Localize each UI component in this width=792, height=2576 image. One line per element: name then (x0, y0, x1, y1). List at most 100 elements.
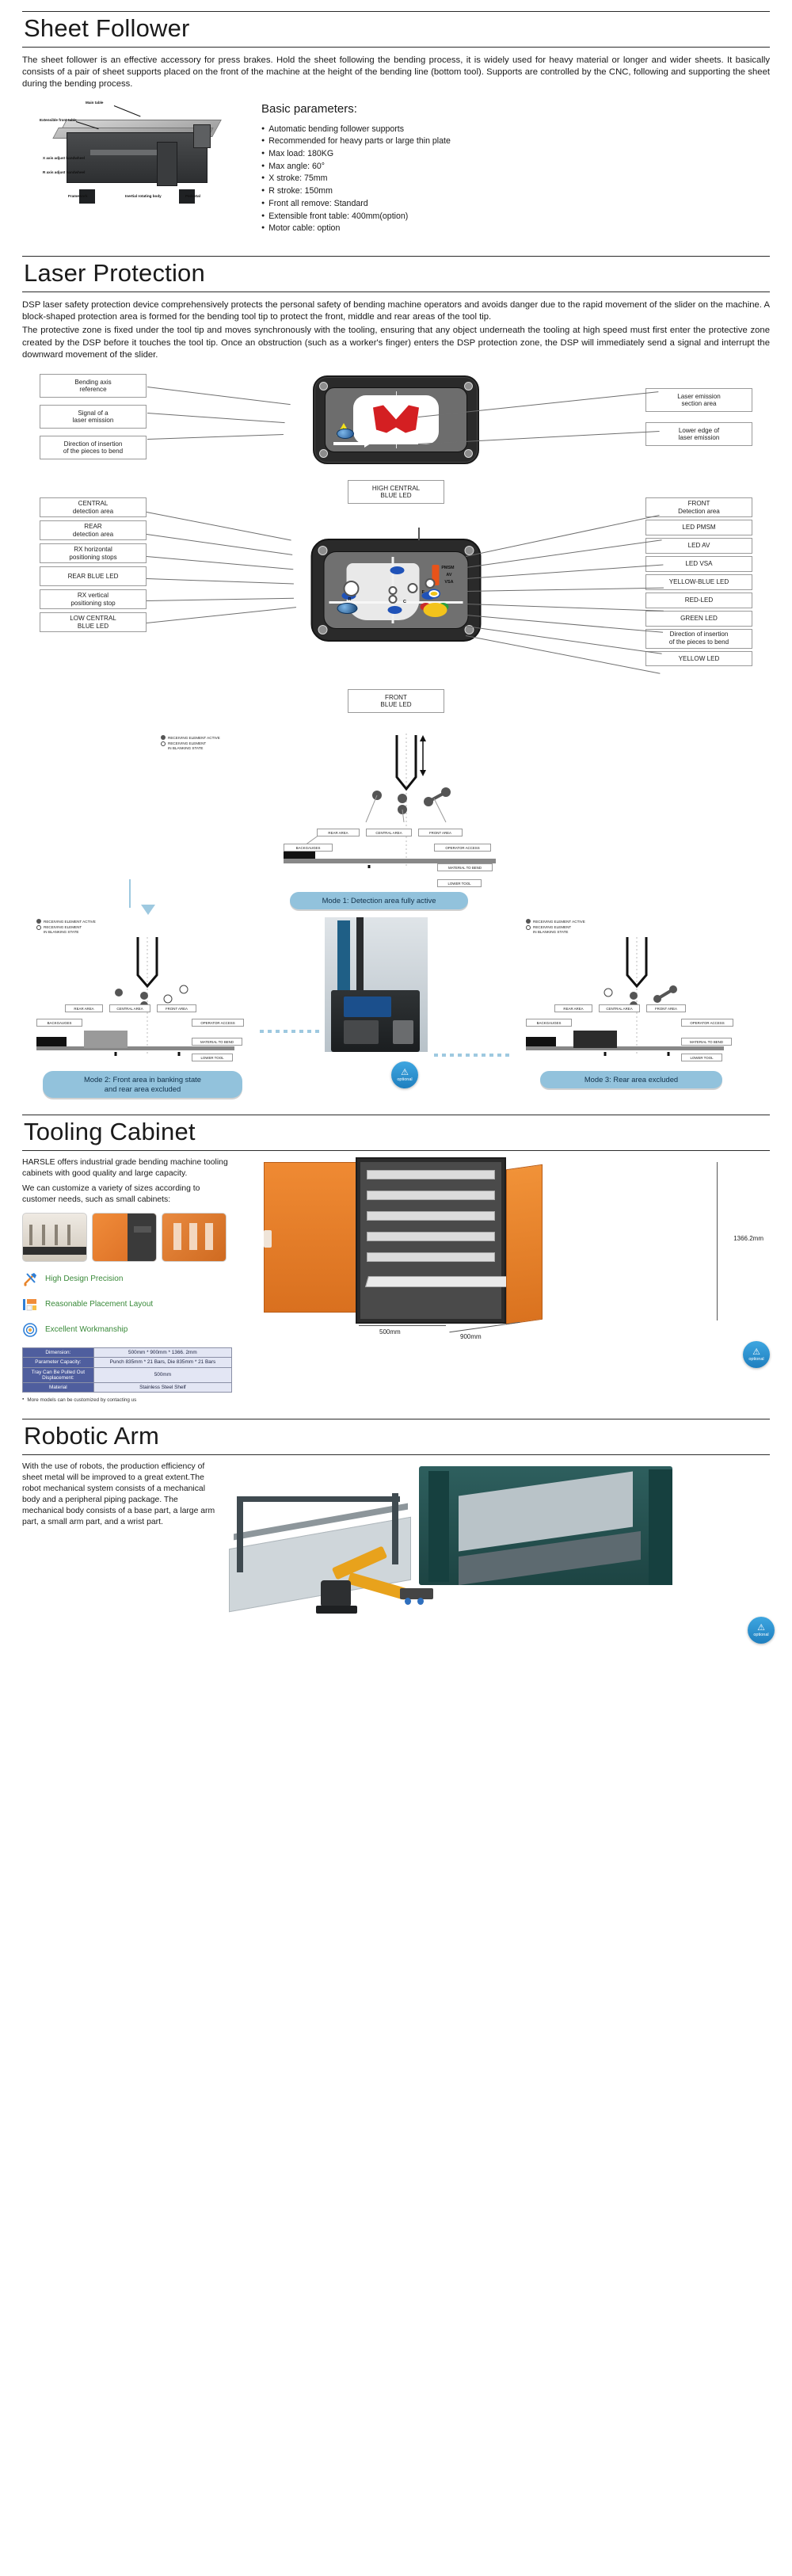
leader-line-top (418, 528, 420, 541)
mode-1-diagram: RECEIVING ELEMENT ACTIVE RECEIVING ELEME… (22, 727, 770, 910)
spec-key: Material (22, 1381, 94, 1393)
laser-module-front (313, 375, 479, 465)
callout-red-led: RED-LED (645, 592, 752, 608)
leader-line (465, 539, 662, 569)
table-row: Material Stainless Steel Shelf (22, 1381, 233, 1393)
mode-1-caption: Mode 1: Detection area fully active (290, 892, 468, 910)
legend-dot-filled-icon (161, 735, 166, 741)
thumbnail-cabinet-open[interactable] (162, 1212, 227, 1262)
param-item: Max load: 180KG (261, 148, 451, 161)
frame-post (237, 1501, 243, 1573)
label-main-table: Main table (86, 100, 104, 105)
press-brake-side-panel (428, 1471, 449, 1583)
section-tooling-cabinet: Tooling Cabinet HARSLE offers industrial… (22, 1115, 770, 1403)
cabinet-pulled-tray (364, 1276, 520, 1288)
screw-icon (464, 449, 473, 459)
param-item: R stroke: 150mm (261, 185, 451, 198)
callout-rx-horizontal-positioning-stops: RX horizontal positioning stops (40, 543, 147, 564)
zone-label-front-area: FRONT AREA (646, 1004, 686, 1013)
manufacturer-logo (337, 429, 354, 440)
leader-line (147, 413, 285, 424)
vacuum-cup-icon (417, 1598, 424, 1606)
tooling-text-1: HARSLE offers industrial grade bending m… (22, 1158, 228, 1179)
laser-diagram-led-map: HIGH CENTRAL BLUE LED CENTRAL detection … (22, 480, 770, 718)
zone-label-rear-area: REAR AREA (65, 1004, 103, 1013)
optional-badge: ⚠ optional (748, 1617, 775, 1644)
screw-icon (319, 382, 328, 391)
dimension-height: 1366.2mm (733, 1235, 763, 1243)
feature-high-design-precision: High Design Precision (22, 1271, 232, 1287)
cabinet-tray (367, 1252, 495, 1263)
leader-line (465, 635, 661, 674)
insertion-direction-arrow (333, 440, 371, 448)
legend-dot-hollow-icon (36, 925, 41, 931)
legend-blanking: RECEIVING ELEMENT IN BLANKING STATE (161, 741, 220, 750)
zone-label-front-area: FRONT AREA (418, 829, 463, 837)
flow-dots-left (260, 1030, 323, 1034)
zone-label-lower-tool: LOWER TOOL (192, 1054, 233, 1062)
zone-label-backgauges: BACKGAUGES (36, 1019, 82, 1027)
detection-mode-diagrams: RECEIVING ELEMENT ACTIVE RECEIVING ELEME… (22, 727, 770, 1099)
label-x-axis-handwheel: X axis adjust handwheel (43, 155, 86, 160)
label-extensible-front-table: Extensible front table (40, 117, 77, 122)
mode1-legend: RECEIVING ELEMENT ACTIVE RECEIVING ELEME… (161, 735, 220, 752)
leader-line (146, 607, 297, 624)
laser-diagram-front-view: Bending axis reference Signal of a laser… (22, 374, 770, 469)
robot-wrist (400, 1588, 433, 1600)
label-framework: Framework (68, 193, 88, 198)
leader-line (147, 434, 284, 440)
thumbnail-tooling-rack[interactable] (22, 1212, 87, 1262)
flow-dots-right (434, 1054, 513, 1057)
callout-led-pmsm: LED PMSM (645, 520, 752, 536)
spec-key: Parameter Capacity: (22, 1357, 94, 1368)
yellow-led-dot (423, 603, 447, 618)
laser-module-led-map: PMSM AV VSA R C F (310, 539, 482, 642)
mode3-legend: RECEIVING ELEMENT ACTIVE RECEIVING ELEME… (526, 919, 763, 934)
page-title-sheet-follower: Sheet Follower (24, 14, 190, 42)
callout-laser-emission-section-area: Laser emission section area (645, 388, 752, 413)
zone-label-central-area: CENTRAL AREA (366, 829, 412, 837)
zone-label-material-to-bend: MATERIAL TO BEND (192, 1038, 242, 1046)
spec-key: Dimension: (22, 1347, 94, 1358)
legend-active: RECEIVING ELEMENT ACTIVE (36, 919, 266, 924)
callout-rx-vertical-positioning-stop: RX vertical positioning stop (40, 589, 147, 610)
mode2-legend: RECEIVING ELEMENT ACTIVE RECEIVING ELEME… (36, 919, 266, 934)
cabinet-tray (367, 1232, 495, 1242)
laser-heading: Laser Protection (22, 255, 770, 292)
spec-value: Punch 835mm * 21 Bars, Die 835mm * 21 Ba… (93, 1357, 233, 1368)
feature-excellent-workmanship: Excellent Workmanship (22, 1322, 232, 1338)
manufacturer-logo (337, 603, 358, 615)
mode-2-caption: Mode 2: Front area in banking state and … (43, 1071, 242, 1099)
leader-line (465, 515, 660, 558)
laser-device-photo (325, 917, 428, 1053)
sheet-follower-intro: The sheet follower is an effective acces… (22, 55, 770, 90)
tag-r: R (348, 597, 352, 603)
table-row: Dimension: 500mm * 900mm * 1366. 2mm (22, 1347, 233, 1358)
warning-triangle-icon: ⚠ (401, 1067, 409, 1077)
param-item: Automatic bending follower supports (261, 124, 451, 136)
machine-control-box (193, 124, 211, 148)
param-item: Motor cable: option (261, 223, 451, 235)
machine-base (67, 131, 208, 183)
tooling-optional-badge-wrap: ⚠ optional (743, 1341, 770, 1369)
layout-icon (22, 1297, 38, 1313)
leader-line (465, 626, 662, 655)
dimension-width: 500mm (379, 1328, 401, 1336)
laser-paragraph-2: The protective zone is fixed under the t… (22, 326, 770, 360)
legend-active-label: RECEIVING ELEMENT ACTIVE (44, 919, 96, 924)
sheet-follower-heading: Sheet Follower (22, 11, 770, 48)
thumbnail-cabinet-orange[interactable] (92, 1212, 157, 1262)
robot-photo: ⚠ optional (221, 1461, 775, 1660)
diagram2-top-callout: HIGH CENTRAL BLUE LED (348, 480, 444, 505)
zone-label-lower-tool: LOWER TOOL (681, 1054, 722, 1062)
cabinet-tray (367, 1191, 495, 1201)
callout-front-detection-area: FRONT Detection area (645, 497, 752, 518)
legend-active: RECEIVING ELEMENT ACTIVE (161, 735, 220, 741)
machine-shaft (90, 149, 166, 155)
cabinet-right-door (506, 1164, 543, 1325)
callout-signal-laser-emission: Signal of a laser emission (40, 405, 147, 429)
optional-badge: ⚠ optional (743, 1341, 770, 1369)
optional-badge-label: optional (397, 1077, 413, 1082)
page-title-laser-protection: Laser Protection (24, 258, 205, 287)
robot-heading: Robotic Arm (22, 1419, 770, 1456)
